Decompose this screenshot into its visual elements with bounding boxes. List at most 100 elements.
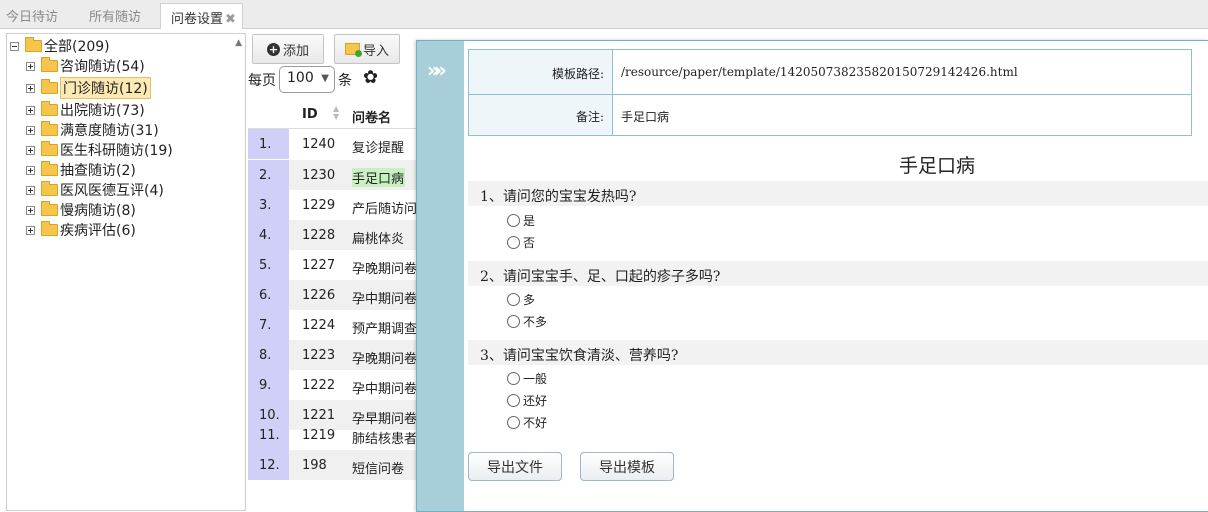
folder-icon [41, 141, 58, 156]
cell-name: 扁桃体炎 [352, 232, 405, 247]
table-row[interactable]: 4. 1228 扁桃体炎 [248, 220, 418, 250]
export-file-button[interactable]: 导出文件 [468, 452, 562, 481]
expand-icon[interactable] [26, 205, 35, 215]
option-label: 否 [523, 236, 536, 250]
tree-node[interactable]: 医生科研随访(19) [26, 140, 173, 160]
table-row[interactable]: 1. 1240 复诊提醒 [248, 129, 418, 159]
option-label: 还好 [523, 394, 548, 408]
radio-button[interactable] [507, 315, 520, 328]
tree-node-label: 全部(209) [44, 39, 110, 55]
radio-button[interactable] [507, 214, 520, 227]
table-row[interactable]: 8. 1223 孕晚期问卷 [248, 340, 418, 370]
tree-node[interactable]: 抽查随访(2) [26, 160, 136, 180]
question-2: 2、请问宝宝手、足、口起的疹子多吗? [468, 261, 1208, 286]
tree-node-root[interactable]: 全部(209) [10, 36, 110, 56]
radio-button[interactable] [507, 372, 520, 385]
cell-id: 198 [302, 458, 327, 473]
template-path-row: 模板路径: /resource/paper/template/142050738… [468, 49, 1192, 95]
radio-button[interactable] [507, 416, 520, 429]
import-icon [344, 43, 362, 57]
radio-button[interactable] [507, 236, 520, 249]
tab-all-visits[interactable]: 所有随访 [89, 6, 141, 25]
table-row[interactable]: 6. 1226 孕中期问卷 [248, 280, 418, 310]
radio-button[interactable] [507, 293, 520, 306]
expand-icon[interactable] [26, 83, 35, 93]
row-number: 11. [248, 420, 289, 450]
radio-button[interactable] [507, 394, 520, 407]
tab-today-visits[interactable]: 今日待访 [6, 6, 58, 25]
row-number: 7. [248, 310, 289, 340]
add-button[interactable]: + 添加 [252, 34, 324, 64]
tree-node-label: 满意度随访(31) [60, 123, 159, 139]
close-icon[interactable]: ✖ [225, 12, 236, 27]
cell-id: 1219 [302, 428, 336, 443]
tree-node-label: 抽查随访(2) [60, 163, 136, 179]
option[interactable]: 不好 [507, 414, 547, 431]
tree-node[interactable]: 医风医德互评(4) [26, 180, 164, 200]
row-number: 9. [248, 370, 289, 400]
column-header-id[interactable]: ID [302, 107, 318, 122]
table-row-selected[interactable]: 2. 1230 手足口病 [248, 160, 418, 190]
expand-icon[interactable] [26, 185, 35, 195]
folder-icon [41, 161, 58, 176]
table-row[interactable]: 3. 1229 产后随访问 [248, 190, 418, 220]
table-row[interactable]: 12. 198 短信问卷 [248, 450, 418, 480]
table-row[interactable]: 5. 1227 孕晚期问卷 [248, 250, 418, 280]
tree-node[interactable]: 咨询随访(54) [26, 56, 145, 76]
tree-node[interactable]: 慢病随访(8) [26, 200, 136, 220]
expand-icon[interactable] [26, 125, 35, 135]
expand-icon[interactable] [26, 225, 35, 235]
cell-id: 1228 [302, 228, 336, 243]
row-number: 2. [248, 160, 289, 190]
import-button[interactable]: 导入 [334, 34, 400, 64]
table-row[interactable]: 7. 1224 预产期调查 [248, 310, 418, 340]
cell-name: 肺结核患者 [352, 432, 418, 447]
panel-side-bar[interactable]: »» [417, 41, 464, 511]
tree-node-label: 咨询随访(54) [60, 59, 145, 75]
tab-questionnaire-settings[interactable]: 问卷设置 ✖ [160, 3, 243, 29]
expand-icon[interactable] [26, 165, 35, 175]
option[interactable]: 不多 [507, 313, 547, 330]
scroll-up-icon[interactable]: ▲ [235, 38, 242, 48]
cell-name: 孕中期问卷 [352, 382, 418, 397]
plus-icon: + [266, 42, 280, 56]
page-size-select[interactable]: 100 ▼ [279, 66, 335, 93]
import-label: 导入 [362, 43, 389, 59]
cell-name: 孕晚期问卷 [352, 262, 418, 277]
export-template-button[interactable]: 导出模板 [580, 452, 674, 481]
option[interactable]: 还好 [507, 392, 547, 409]
expand-icon[interactable] [26, 105, 35, 115]
gear-icon[interactable]: ✿ [363, 67, 378, 88]
cell-id: 1227 [302, 258, 336, 273]
expand-icon[interactable] [26, 61, 35, 71]
question-3: 3、请问宝宝饮食清淡、营养吗? [468, 340, 1208, 365]
collapse-panel-icon[interactable]: »» [427, 58, 447, 82]
sort-icon[interactable]: ▲ ▼ [333, 105, 339, 121]
tree-node[interactable]: 疾病评估(6) [26, 220, 136, 240]
folder-icon [41, 57, 58, 72]
template-path-label: 模板路径: [469, 50, 613, 94]
option[interactable]: 否 [507, 234, 535, 251]
column-header-name[interactable]: 问卷名 [352, 107, 391, 126]
question-1: 1、请问您的宝宝发热吗? [468, 181, 1208, 206]
folder-icon [41, 221, 58, 236]
option[interactable]: 是 [507, 212, 535, 229]
row-number: 12. [248, 450, 289, 480]
cell-name: 手足口病 [352, 168, 406, 187]
cell-id: 1226 [302, 288, 336, 303]
tree-node[interactable]: 出院随访(73) [26, 100, 145, 120]
cell-id: 1230 [302, 168, 336, 183]
cell-id: 1240 [302, 137, 336, 152]
expand-icon[interactable] [26, 145, 35, 155]
option[interactable]: 多 [507, 291, 535, 308]
note-label: 备注: [469, 95, 613, 135]
table-row[interactable]: 11. 1219 肺结核患者 [248, 420, 418, 450]
tree-node-selected[interactable]: 门诊随访(12) [26, 77, 151, 99]
tree-node[interactable]: 满意度随访(31) [26, 120, 159, 140]
collapse-icon[interactable] [10, 41, 19, 51]
table-row[interactable]: 9. 1222 孕中期问卷 [248, 370, 418, 400]
tree-node-label: 疾病评估(6) [60, 223, 136, 239]
option[interactable]: 一般 [507, 370, 547, 387]
category-tree: ▲ 全部(209) 咨询随访(54) 门诊随访(12) 出院随访(73) 满意度… [6, 33, 246, 511]
row-number: 1. [248, 129, 289, 159]
